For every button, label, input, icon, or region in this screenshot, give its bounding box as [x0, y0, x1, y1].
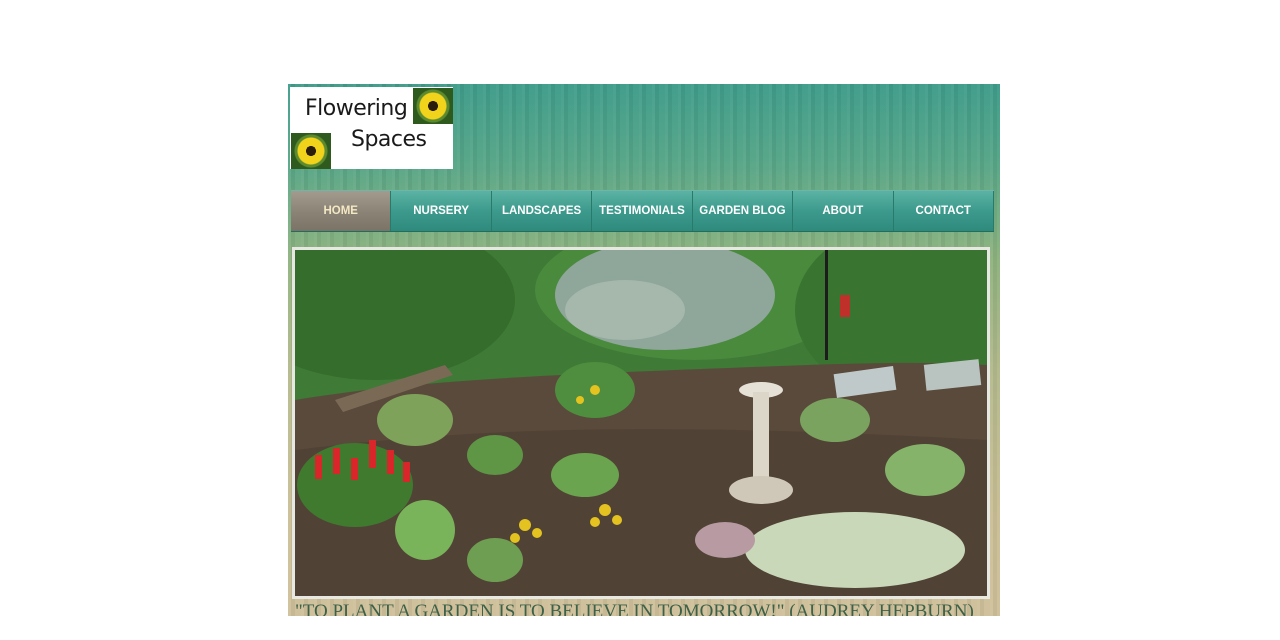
nav-item-garden-blog[interactable]: GARDEN BLOG: [692, 191, 794, 231]
sunflower-icon: [413, 88, 453, 124]
hero-quote: "TO PLANT A GARDEN IS TO BELIEVE IN TOMO…: [295, 601, 974, 616]
nav-item-contact[interactable]: CONTACT: [893, 191, 994, 231]
logo-text-line1: Flowering: [305, 96, 408, 121]
logo-text-line2: Spaces: [351, 127, 427, 152]
site-logo[interactable]: Flowering Spaces: [290, 87, 453, 169]
main-nav: HOME NURSERY LANDSCAPES TESTIMONIALS GAR…: [291, 190, 994, 232]
nav-item-about[interactable]: ABOUT: [793, 191, 894, 231]
nav-item-home[interactable]: HOME: [291, 191, 392, 231]
nav-item-landscapes[interactable]: LANDSCAPES: [491, 191, 593, 231]
hero-garden-image: [292, 247, 990, 599]
nav-item-testimonials[interactable]: TESTIMONIALS: [592, 191, 693, 231]
site-container: Flowering Spaces HOME NURSERY LANDSCAPES…: [288, 84, 1000, 616]
garden-illustration: [295, 250, 987, 596]
nav-item-nursery[interactable]: NURSERY: [391, 191, 492, 231]
sunflower-icon: [291, 133, 331, 169]
